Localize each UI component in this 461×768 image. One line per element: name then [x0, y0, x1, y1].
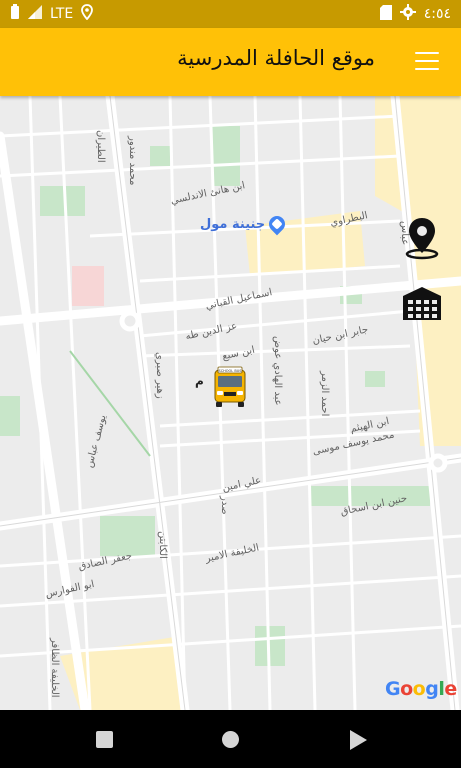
attribution-letter: g [425, 678, 439, 700]
bus-sign-text: SCHOOL BUS [218, 369, 242, 373]
shopping-bag-pin-icon [265, 212, 289, 236]
attribution-letter: o [412, 678, 426, 700]
square-recents-icon[interactable] [96, 731, 113, 748]
status-right: ٤:٥٤ [379, 4, 451, 24]
status-bar: LTE ٤:٥٤ [0, 0, 461, 28]
poi-label: جنينة مول [200, 216, 266, 232]
street-label: احمد الزمر [319, 371, 330, 417]
system-nav-bar [0, 710, 461, 768]
app-bar: موقع الحافلة المدرسية [0, 28, 461, 96]
school-bus-icon: SCHOOL BUS [214, 366, 246, 407]
map-pin-icon [405, 218, 439, 260]
triangle-back-icon[interactable] [350, 730, 367, 750]
street-label: صدر [219, 496, 230, 515]
bus-label: م [195, 374, 204, 388]
page-title: موقع الحافلة المدرسية [177, 46, 375, 70]
street-label: الخليفة الظافر [49, 638, 60, 698]
location-status-icon [81, 4, 94, 24]
my-location-button[interactable] [404, 216, 440, 260]
attribution-letter: e [444, 678, 457, 700]
status-left: LTE [10, 4, 94, 24]
clock: ٤:٥٤ [423, 6, 451, 22]
signal-icon [28, 5, 42, 23]
street-label: عبد الهادي عوض [272, 336, 283, 406]
street-label: الطيران [95, 130, 106, 163]
attribution-letter: G [385, 678, 401, 700]
battery-icon [10, 4, 20, 24]
google-attribution: Google [385, 678, 457, 700]
sd-card-icon [379, 4, 392, 24]
hamburger-menu-icon[interactable] [415, 52, 439, 72]
street-label: محمد مندور [127, 136, 138, 186]
school-building-icon [403, 287, 441, 320]
map-view[interactable]: البطراوي اسماعيل القباني ابن هانئ الاندل… [0, 96, 461, 710]
poi-marker[interactable]: جنينة مول [200, 212, 289, 236]
street-label: الكابتن [157, 531, 168, 559]
settings-gear-icon [399, 4, 416, 24]
network-type: LTE [50, 6, 74, 22]
bus-marker[interactable]: SCHOOL BUS [212, 366, 248, 408]
attribution-letter: o [400, 678, 413, 700]
circle-home-icon[interactable] [222, 731, 239, 748]
school-location-button[interactable] [401, 286, 443, 322]
street-label: زهير صبري [154, 352, 165, 399]
